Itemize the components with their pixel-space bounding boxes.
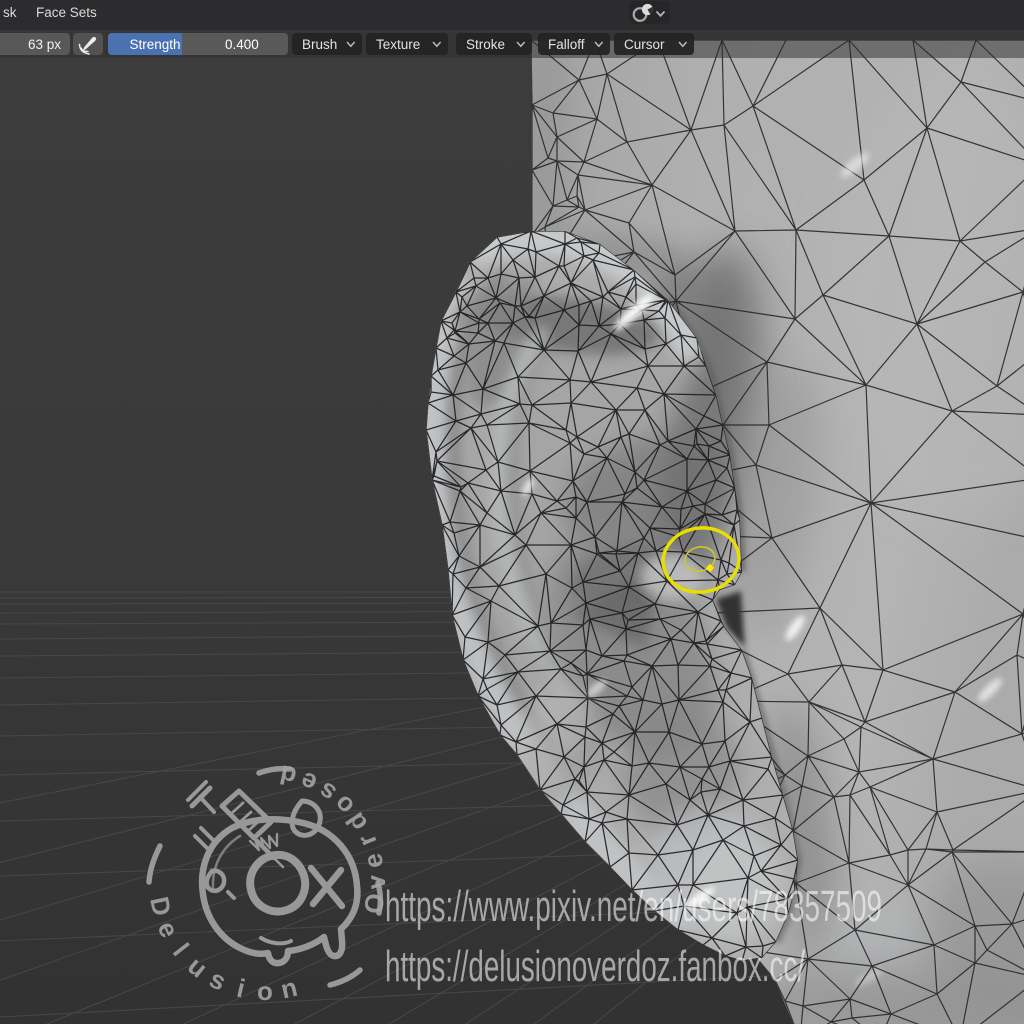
- svg-text:0.400: 0.400: [225, 37, 259, 52]
- svg-text:https://www.pixiv.net/en/users: https://www.pixiv.net/en/users/78357509: [385, 882, 882, 931]
- svg-text:Falloff: Falloff: [548, 37, 585, 52]
- svg-text:Brush: Brush: [302, 37, 337, 52]
- svg-text:Cursor: Cursor: [624, 37, 665, 52]
- svg-text:Strength: Strength: [129, 37, 180, 52]
- svg-text:Stroke: Stroke: [466, 37, 505, 52]
- svg-text:63 px: 63 px: [28, 37, 61, 52]
- svg-text:Face Sets: Face Sets: [36, 5, 97, 20]
- svg-text:https://delusionoverdoz.fanbox: https://delusionoverdoz.fanbox.cc/: [385, 942, 805, 991]
- svg-text:o: o: [257, 976, 273, 1006]
- svg-text:Texture: Texture: [376, 37, 420, 52]
- svg-text:sk: sk: [3, 5, 17, 20]
